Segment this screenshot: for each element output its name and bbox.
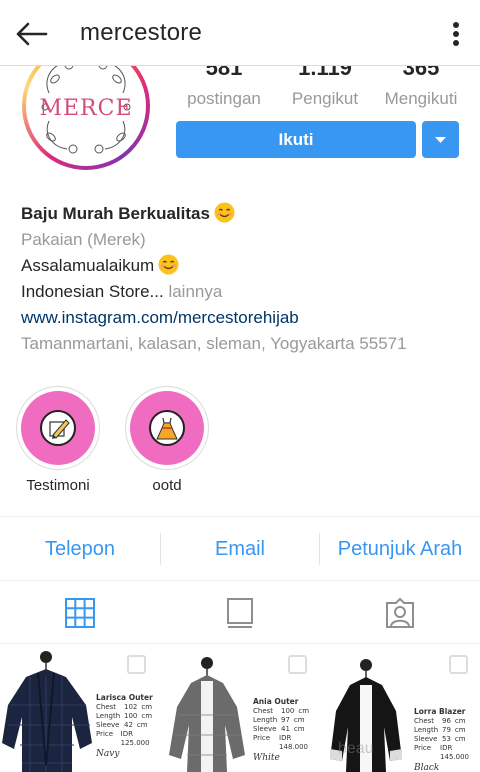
spec-key: Length xyxy=(253,716,278,724)
spec-value: 53 xyxy=(442,735,451,743)
spec-key: Chest xyxy=(253,707,274,715)
spec-key: Chest xyxy=(96,703,117,711)
spec-value: 79 xyxy=(442,726,451,734)
posts-grid: Larisca Outer Chest 102 cm Length 100 cm Sle… xyxy=(0,645,480,772)
call-button[interactable]: Telepon xyxy=(0,517,160,581)
spec-value: IDR 148.000 xyxy=(279,734,308,751)
spec-value: IDR 125.000 xyxy=(120,730,150,747)
select-checkbox[interactable] xyxy=(449,655,468,674)
post-thumbnail[interactable]: Ania Outer Chest 100 cm Length 97 cm Sleeve 4… xyxy=(161,645,319,772)
spec-unit: cm xyxy=(454,735,466,743)
spec-value: IDR 145.000 xyxy=(440,744,469,761)
dress-icon xyxy=(149,410,185,446)
watermark: beau xyxy=(338,740,374,757)
stat-following-label: Mengikuti xyxy=(384,89,458,108)
spec-key: Length xyxy=(96,712,121,720)
spec-unit: cm xyxy=(454,726,466,734)
profile-view-tabs xyxy=(0,582,480,644)
brand-logo-text: MERCE xyxy=(39,96,133,121)
grid-view-icon[interactable] xyxy=(64,597,96,629)
list-view-icon[interactable] xyxy=(224,597,256,629)
highlight-cover xyxy=(21,391,95,465)
spec-key: Price xyxy=(253,734,271,742)
post-thumbnail[interactable]: Larisca Outer Chest 102 cm Length 100 cm Sle… xyxy=(0,645,158,772)
spec-value: 100 xyxy=(124,712,138,720)
highlight-cover xyxy=(130,391,204,465)
smiling-face-icon xyxy=(158,254,179,275)
spec-key: Sleeve xyxy=(253,725,277,733)
spec-unit: cm xyxy=(454,717,466,725)
back-arrow-icon[interactable] xyxy=(12,14,52,54)
stat-posts-label: postingan xyxy=(187,89,261,108)
spec-unit: cm xyxy=(136,721,148,729)
bio-line-store: Indonesian Store... xyxy=(21,282,164,301)
more-options-icon[interactable] xyxy=(444,16,468,52)
bio-more-link[interactable]: lainnya xyxy=(168,282,222,301)
spec-value: 96 xyxy=(442,717,451,725)
product-name: Lorra Blazer xyxy=(414,707,466,716)
spec-value: 42 xyxy=(124,721,133,729)
caret-down-icon xyxy=(435,137,446,143)
product-color: Black xyxy=(414,763,440,772)
spec-key: Sleeve xyxy=(414,735,438,743)
highlight-ootd[interactable]: ootd xyxy=(125,386,209,494)
directions-button[interactable]: Petunjuk Arah xyxy=(320,517,480,581)
stat-followers-label: Pengikut xyxy=(291,89,359,108)
spec-key: Price xyxy=(414,744,432,752)
spec-key: Sleeve xyxy=(96,721,120,729)
bio-location[interactable]: Tamanmartani, kalasan, sleman, Yogyakart… xyxy=(21,331,471,357)
smiling-face-icon xyxy=(214,202,235,223)
spec-value: 41 xyxy=(281,725,290,733)
select-checkbox[interactable] xyxy=(288,655,307,674)
spec-unit: cm xyxy=(141,703,153,711)
spec-value: 100 xyxy=(281,707,295,715)
spec-value: 102 xyxy=(124,703,138,711)
spec-unit: cm xyxy=(298,707,310,715)
profile-category: Pakaian (Merek) xyxy=(21,230,146,249)
highlight-label: ootd xyxy=(152,477,182,494)
profile-username: mercestore xyxy=(80,19,203,46)
bio-line-greeting: Assalamualaikum xyxy=(21,256,155,275)
spec-unit: cm xyxy=(293,725,305,733)
spec-key: Length xyxy=(414,726,439,734)
pencil-icon xyxy=(40,410,76,446)
product-name: Larisca Outer xyxy=(96,693,153,702)
select-checkbox[interactable] xyxy=(127,655,146,674)
spec-unit: cm xyxy=(141,712,153,720)
spec-key: Chest xyxy=(414,717,435,725)
highlight-testimoni[interactable]: Testimoni xyxy=(16,386,100,494)
tagged-photos-icon[interactable] xyxy=(384,597,416,629)
bio-website-link[interactable]: www.instagram.com/mercestorehijab xyxy=(21,305,471,331)
product-spec: Larisca Outer Chest 102 cm Length 100 cm Sle… xyxy=(96,693,158,759)
highlight-ring xyxy=(125,386,209,470)
spec-unit: cm xyxy=(293,716,305,724)
product-spec: Ania Outer Chest 100 cm Length 97 cm Sleeve 4… xyxy=(253,697,319,763)
spec-key: Price xyxy=(96,730,114,738)
profile-display-name: Baju Murah Berkualitas xyxy=(21,204,210,223)
product-color: Navy xyxy=(96,749,120,759)
email-button[interactable]: Email xyxy=(161,517,319,581)
product-color: White xyxy=(253,753,280,763)
spec-value: 97 xyxy=(281,716,290,724)
product-spec: Lorra Blazer Chest 96 cm Length 79 cm Sleeve… xyxy=(414,707,480,772)
contact-actions-bar: Telepon Email Petunjuk Arah xyxy=(0,516,480,581)
follow-button[interactable]: Ikuti xyxy=(176,121,416,158)
top-app-bar: mercestore xyxy=(0,0,480,66)
highlight-label: Testimoni xyxy=(26,477,90,494)
product-name: Ania Outer xyxy=(253,697,299,706)
suggested-accounts-button[interactable] xyxy=(422,121,459,158)
highlight-ring xyxy=(16,386,100,470)
profile-bio: Baju Murah Berkualitas Pakaian (Merek) A… xyxy=(21,201,471,357)
